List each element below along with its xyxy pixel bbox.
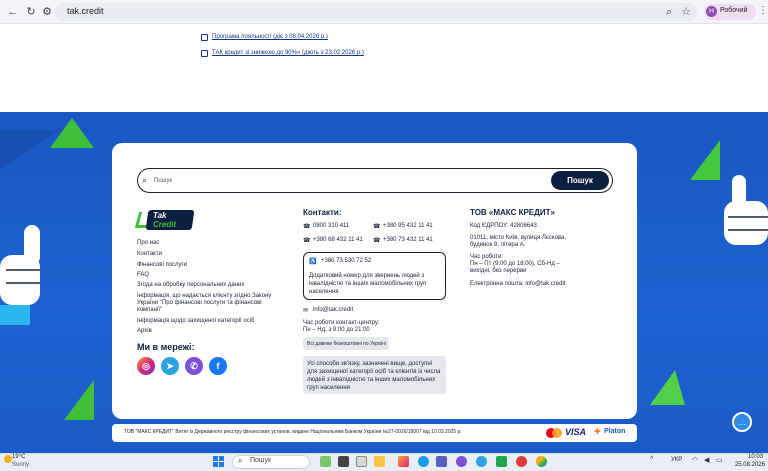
accessibility-icon: ♿ [309,259,317,265]
thumbs-up-hand-left [0,225,40,325]
back-icon[interactable]: ← [6,5,20,19]
chat-icon: … [737,417,747,427]
profile-name: Робочий [720,7,748,14]
phone-icon: ☎ [303,224,311,230]
company-title: ТОВ «МАКС КРЕДИТ» [470,208,555,217]
avatar: Н [706,6,717,17]
volume-icon[interactable]: ◀ [704,456,709,464]
phone-1[interactable]: 0800 310 411 [313,223,349,229]
task-view-icon[interactable] [338,456,349,467]
document-icon [201,34,208,41]
phone-icon: ☎ [303,238,311,244]
nav-archive[interactable]: Архів [137,328,152,334]
nav-about[interactable]: Про нас [137,240,159,246]
weather-sun-icon [4,455,12,463]
tray-chevron-icon[interactable]: ^ [650,456,653,463]
telegram-taskbar-icon[interactable] [476,456,487,467]
platon-logo: Platon [604,428,626,435]
reload-icon[interactable]: ↻ [24,5,38,19]
company-hours: Пн – Пт (9:00 до 18:00), Сб-Нд – вихідні… [470,261,560,274]
free-calls-text: Всі дзвінки безкоштовні по Україні [307,341,387,347]
viber-taskbar-icon[interactable] [456,456,467,467]
decor-triangle [64,380,94,420]
logo-subtext: Credit [153,220,177,229]
address-bar[interactable] [55,3,697,21]
logo-text: Tak [153,211,167,220]
nav-protected-category[interactable]: Інформація щодо захищеної категорії осіб [137,318,254,324]
url-text[interactable]: tak.credit [67,6,104,16]
viber-icon[interactable]: ✆ [185,357,203,375]
search-placeholder: Пошук [154,178,173,184]
company-edrpou: Код ЄДРПОУ: 42806643 [470,223,537,229]
company-email[interactable]: Електронна пошта: info@tak.credit [470,281,565,287]
contact-email[interactable]: info@tak.credit [313,307,353,313]
platon-icon: ✚ [594,427,601,436]
app-icon[interactable] [496,456,507,467]
chrome-icon[interactable] [536,456,547,467]
phone-2[interactable]: +380 95 432 11 41 [383,223,433,229]
edge-icon[interactable] [418,456,429,467]
thumbs-up-hand-right [724,175,768,245]
phone-icon: ☎ [373,224,381,230]
search-input[interactable] [137,168,613,193]
mastercard-icon [546,428,562,438]
phone-3[interactable]: +380 68 432 11 41 [313,237,363,243]
language-indicator[interactable]: УКР [671,457,682,463]
decor-triangle [650,370,685,405]
teams-icon[interactable] [436,456,447,467]
loyalty-program-link[interactable]: Програма лояльності (діє з 08.04.2026 р.… [212,34,328,40]
app-icon[interactable] [398,456,409,467]
battery-icon[interactable]: ▭ [716,456,723,464]
decor-triangle [690,140,720,180]
accessible-phone[interactable]: +380 73 530 72 52 [321,258,371,264]
app-icon[interactable] [516,456,527,467]
weather-label[interactable]: Sunny [12,462,29,468]
nav-contacts[interactable]: Контакти [137,251,162,257]
decor-triangle [0,130,60,170]
company-hours-label: Час роботи: [470,254,504,260]
company-address: 01011, місто Київ, вулиця Лєскова, будин… [470,235,567,248]
mail-icon: ✉ [303,308,309,314]
discount-link[interactable]: ТАК кредит зі знижкою до 90%» (діють з 2… [212,50,364,56]
file-explorer-icon[interactable] [374,456,385,467]
zoom-icon[interactable]: ⌕ [662,5,676,19]
protected-note: Усі способи зв'язку, зазначені вище, дос… [307,361,441,391]
call-center-hours: Пн – Нд, з 9:00 до 21:00 [303,327,370,333]
nav-client-info[interactable]: Інформація, що надається клієнту згідно … [137,293,287,314]
search-button[interactable]: Пошук [551,171,609,190]
document-icon [201,50,208,57]
app-icon[interactable] [356,456,367,467]
search-icon: ⌕ [238,456,243,465]
clock-time[interactable]: 10:03 [735,454,763,460]
nav-faq[interactable]: FAQ [137,272,149,278]
contacts-title: Контакти: [303,208,342,217]
social-title: Ми в мережі: [137,342,195,352]
nav-consent[interactable]: Згода на обробку персональних даних [137,282,244,288]
bookmark-star-icon[interactable]: ☆ [679,5,693,19]
browser-menu-icon[interactable]: ⋮ [758,5,768,16]
instagram-icon[interactable]: ◎ [137,357,155,375]
registry-text: ТОВ "МАКС КРЕДИТ" Витяг із Державного ре… [124,429,462,435]
phone-4[interactable]: +380 73 432 11 41 [383,237,433,243]
weather-temp[interactable]: 19°C [12,454,25,460]
phone-icon: ☎ [373,238,381,244]
site-info-icon[interactable]: ⚙ [40,5,54,19]
taskbar-search-label: Пошук [250,457,272,464]
accessible-note: Додатковий номер для звернень людей з ін… [309,273,427,295]
tak-credit-logo[interactable]: Tak Credit [134,209,195,231]
telegram-icon[interactable]: ➤ [161,357,179,375]
chat-widget-button[interactable]: … [732,412,752,432]
facebook-icon[interactable]: f [209,357,227,375]
visa-logo: VISA [565,427,587,437]
widgets-icon[interactable] [320,456,331,467]
search-icon: ⌕ [142,175,148,185]
wifi-icon[interactable]: ◠ [692,456,698,464]
nav-services[interactable]: Фінансові послуги [137,262,187,268]
call-center-hours-label: Час роботи контакт-центру: [303,320,380,326]
clock-date[interactable]: 25.08.2026 [729,462,765,468]
windows-start-icon[interactable] [213,456,224,467]
